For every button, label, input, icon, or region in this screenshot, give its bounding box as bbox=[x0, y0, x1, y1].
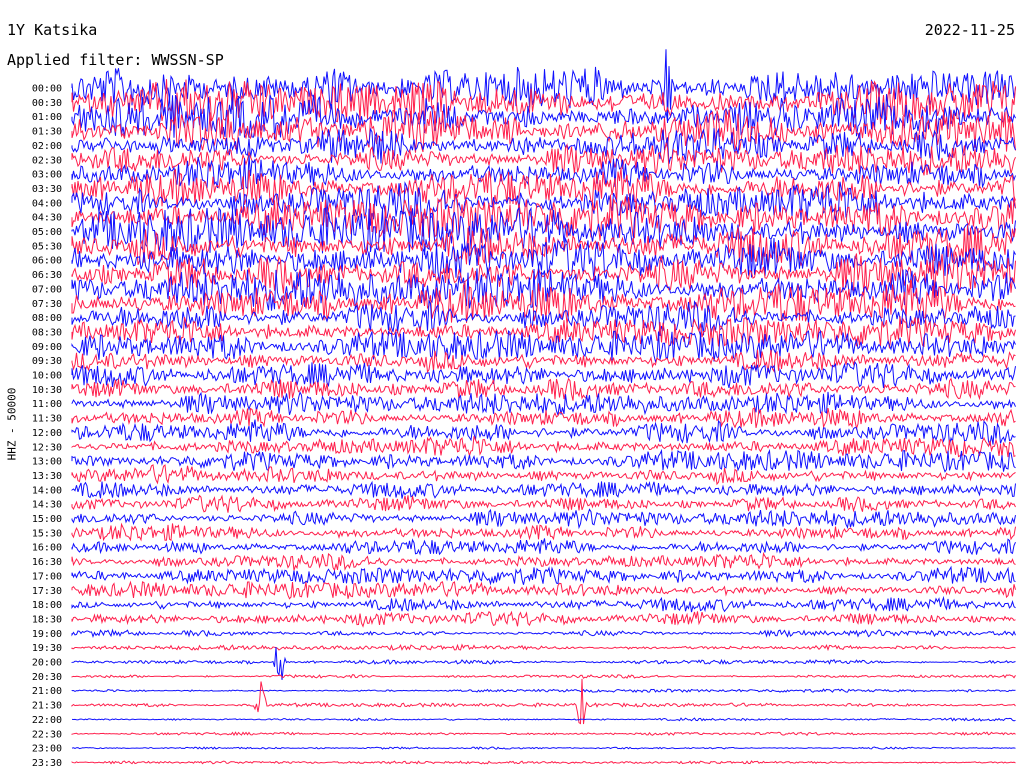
time-label: 16:00 bbox=[32, 543, 62, 554]
time-label: 05:30 bbox=[32, 241, 62, 252]
time-label: 23:00 bbox=[32, 744, 62, 755]
time-label: 06:30 bbox=[32, 270, 62, 281]
trace-row-1830 bbox=[71, 610, 1016, 628]
time-label: 21:00 bbox=[32, 686, 62, 697]
time-label: 18:00 bbox=[32, 600, 62, 611]
trace-row-1000 bbox=[71, 360, 1016, 389]
time-label: 05:00 bbox=[32, 227, 62, 238]
time-label: 23:30 bbox=[32, 758, 62, 769]
time-label: 04:00 bbox=[32, 198, 62, 209]
trace-row-1800 bbox=[71, 595, 1016, 613]
time-label: 07:00 bbox=[32, 284, 62, 295]
trace-row-1030 bbox=[71, 377, 1016, 401]
time-label: 08:30 bbox=[32, 327, 62, 338]
time-label: 15:30 bbox=[32, 528, 62, 539]
trace-row-1100 bbox=[71, 390, 1016, 416]
time-label: 00:00 bbox=[32, 84, 62, 95]
trace-row-1300 bbox=[71, 448, 1016, 473]
trace-row-2230 bbox=[71, 731, 1016, 737]
trace-row-2330 bbox=[71, 760, 1016, 765]
time-label: 21:30 bbox=[32, 701, 62, 712]
trace-row-1730 bbox=[71, 580, 1016, 600]
time-label: 22:00 bbox=[32, 715, 62, 726]
time-label: 17:30 bbox=[32, 586, 62, 597]
time-label: 09:30 bbox=[32, 356, 62, 367]
trace-row-1500 bbox=[71, 508, 1016, 530]
time-label: 10:30 bbox=[32, 385, 62, 396]
trace-row-1430 bbox=[71, 494, 1016, 513]
time-label: 09:00 bbox=[32, 342, 62, 353]
time-label: 01:00 bbox=[32, 112, 62, 123]
trace-row-2030 bbox=[71, 674, 1016, 679]
time-label: 13:00 bbox=[32, 457, 62, 468]
time-label: 04:30 bbox=[32, 213, 62, 224]
trace-row-1630 bbox=[71, 551, 1016, 572]
time-label: 03:30 bbox=[32, 184, 62, 195]
trace-row-2000 bbox=[71, 646, 1016, 680]
time-label: 20:30 bbox=[32, 672, 62, 683]
trace-row-1530 bbox=[71, 522, 1016, 542]
time-label: 14:30 bbox=[32, 500, 62, 511]
time-label: 02:30 bbox=[32, 155, 62, 166]
trace-row-2130 bbox=[71, 678, 1016, 725]
time-label: 07:30 bbox=[32, 299, 62, 310]
time-label: 02:00 bbox=[32, 141, 62, 152]
trace-row-2100 bbox=[71, 688, 1016, 693]
time-label: 11:00 bbox=[32, 399, 62, 410]
trace-row-1400 bbox=[71, 480, 1016, 499]
time-label: 22:30 bbox=[32, 729, 62, 740]
time-label: 16:30 bbox=[32, 557, 62, 568]
trace-row-1700 bbox=[71, 565, 1016, 586]
time-label: 12:00 bbox=[32, 428, 62, 439]
time-label: 12:30 bbox=[32, 442, 62, 453]
time-label: 15:00 bbox=[32, 514, 62, 525]
time-label: 01:30 bbox=[32, 127, 62, 138]
time-label: 00:30 bbox=[32, 98, 62, 109]
time-label: 11:30 bbox=[32, 414, 62, 425]
time-label: 19:30 bbox=[32, 643, 62, 654]
time-label: 10:00 bbox=[32, 371, 62, 382]
time-labels: 00:00 00:30 01:00 01:30 02:00 02:30 03:00 03:30… bbox=[32, 84, 62, 769]
time-label: 08:00 bbox=[32, 313, 62, 324]
time-label: 13:30 bbox=[32, 471, 62, 482]
trace-row-1930 bbox=[71, 643, 1016, 652]
helicorder-plot: 00:00 00:30 01:00 01:30 02:00 02:30 03:00 03:30… bbox=[32, 49, 1016, 769]
trace-row-1130 bbox=[71, 407, 1016, 431]
trace-row-2300 bbox=[71, 746, 1016, 750]
time-label: 19:00 bbox=[32, 629, 62, 640]
time-label: 20:00 bbox=[32, 658, 62, 669]
trace-row-1600 bbox=[71, 538, 1016, 556]
trace-row-0630 bbox=[71, 251, 1016, 297]
time-label: 14:00 bbox=[32, 485, 62, 496]
trace-row-2200 bbox=[71, 717, 1016, 722]
trace-layer bbox=[71, 49, 1016, 765]
time-label: 03:00 bbox=[32, 170, 62, 181]
time-label: 17:00 bbox=[32, 571, 62, 582]
time-label: 06:00 bbox=[32, 256, 62, 267]
time-label: 18:30 bbox=[32, 614, 62, 625]
trace-row-1900 bbox=[71, 628, 1016, 638]
